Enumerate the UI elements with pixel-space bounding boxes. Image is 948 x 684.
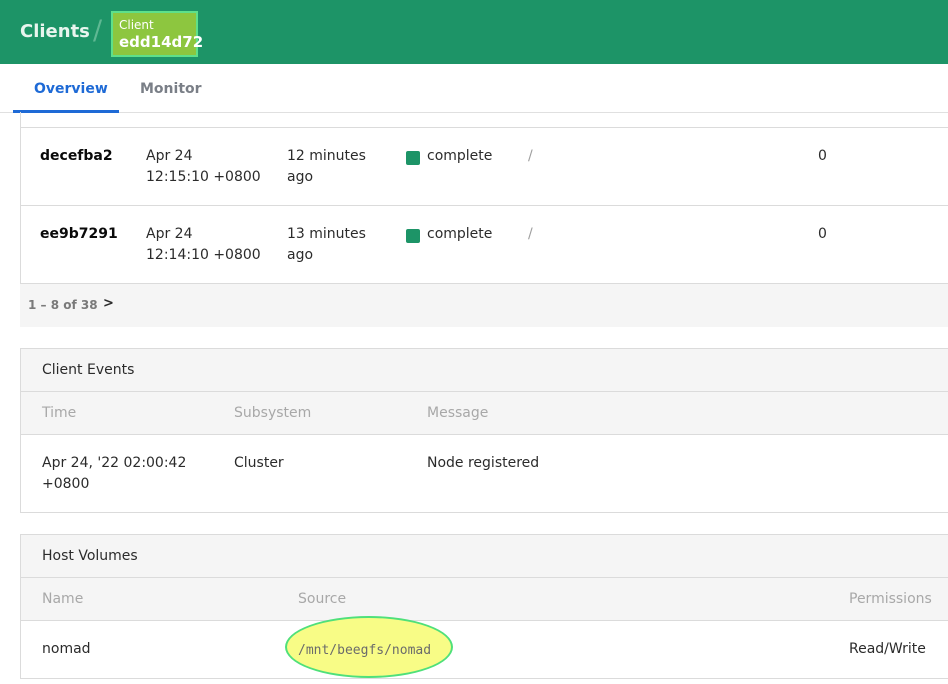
allocation-id[interactable]: ee9b7291 — [40, 224, 118, 245]
status-indicator-icon — [406, 151, 420, 165]
event-time-date: Apr 24, '22 02:00:42 — [42, 455, 187, 471]
allocation-status: complete — [427, 148, 493, 164]
modified-suffix: ago — [287, 247, 314, 263]
event-message: Node registered — [427, 455, 540, 471]
allocation-created: Apr 24 12:14:10 +0800 — [146, 224, 276, 266]
status-indicator-icon — [406, 229, 420, 243]
client-badge: Client edd14d72 — [111, 11, 203, 57]
allocation-count: 0 — [818, 148, 827, 164]
column-header-permissions[interactable]: Permissions — [849, 591, 932, 607]
host-volumes-table-head: Name Source Permissions — [21, 578, 948, 621]
client-events-table-head: Time Subsystem Message — [21, 392, 948, 435]
table-row[interactable]: ee9b7291 Apr 24 12:14:10 +0800 13 minute… — [20, 205, 948, 283]
breadcrumb-clients[interactable]: Clients — [20, 21, 90, 42]
column-header-time[interactable]: Time — [42, 405, 76, 421]
host-volumes-header: Host Volumes — [21, 535, 948, 578]
allocation-created: Apr 24 12:15:10 +0800 — [146, 146, 276, 188]
allocation-id[interactable]: decefba2 — [40, 146, 113, 167]
allocation-modified: 13 minutes ago — [287, 224, 387, 266]
client-events-panel: Client Events Time Subsystem Message Apr… — [20, 348, 948, 513]
event-time: Apr 24, '22 02:00:42 +0800 — [42, 453, 186, 495]
modified-amount: 13 minutes — [287, 226, 366, 242]
host-volumes-panel: Host Volumes Name Source Permissions nom… — [20, 534, 948, 679]
allocation-version-separator: / — [528, 226, 533, 242]
pagination-bar: 1 – 8 of 38 > — [20, 283, 948, 327]
column-header-name[interactable]: Name — [42, 591, 83, 607]
volume-source: /mnt/beegfs/nomad — [298, 643, 432, 658]
created-date: Apr 24 — [146, 148, 193, 164]
client-badge-id: edd14d72 — [119, 33, 204, 51]
allocation-status: complete — [427, 226, 493, 242]
tab-bar: Overview Monitor — [0, 64, 948, 113]
modified-suffix: ago — [287, 169, 314, 185]
top-header: Clients / Client edd14d72 — [0, 0, 948, 64]
client-events-title: Client Events — [42, 362, 135, 378]
client-events-header: Client Events — [21, 349, 948, 392]
column-header-message[interactable]: Message — [427, 405, 488, 421]
host-volumes-title: Host Volumes — [42, 548, 138, 564]
pagination-range: 1 – 8 of 38 — [28, 298, 98, 312]
allocation-version-separator: / — [528, 148, 533, 164]
event-subsystem: Cluster — [234, 455, 284, 471]
column-header-source[interactable]: Source — [298, 591, 346, 607]
event-time-zone: +0800 — [42, 476, 90, 492]
created-time: 12:15:10 +0800 — [146, 169, 261, 185]
client-badge-label: Client — [119, 18, 154, 32]
allocation-count: 0 — [818, 226, 827, 242]
column-header-subsystem[interactable]: Subsystem — [234, 405, 311, 421]
volume-name: nomad — [42, 641, 91, 657]
allocation-modified: 12 minutes ago — [287, 146, 387, 188]
created-date: Apr 24 — [146, 226, 193, 242]
modified-amount: 12 minutes — [287, 148, 366, 164]
breadcrumb-separator: / — [93, 15, 103, 46]
tab-overview[interactable]: Overview — [34, 81, 108, 97]
next-page-button[interactable]: > — [103, 296, 114, 311]
tab-monitor[interactable]: Monitor — [140, 81, 202, 97]
created-time: 12:14:10 +0800 — [146, 247, 261, 263]
table-row[interactable]: decefba2 Apr 24 12:15:10 +0800 12 minute… — [20, 127, 948, 205]
volume-permissions: Read/Write — [849, 641, 926, 657]
